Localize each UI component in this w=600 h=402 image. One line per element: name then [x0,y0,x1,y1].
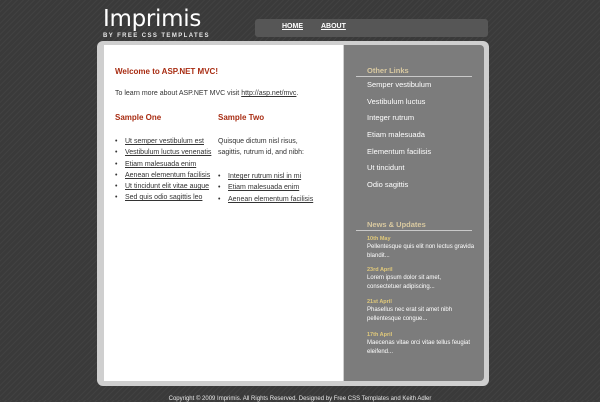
footer-text: Copyright © 2009 Imprimis. All Rights Re… [168,396,432,402]
site-logo: Imprimis BY FREE CSS TEMPLATES [103,6,210,40]
divider [356,76,472,77]
list-item: • Ut tincidunt elit vitae augue [115,181,213,192]
welcome-heading: Welcome to ASP.NET MVC! [115,67,218,76]
intro-text-end: . [296,90,299,97]
list-item: • Aenean elementum facilisis [115,170,213,181]
bullet-icon: • [115,171,118,179]
sample-one-link[interactable]: Aenean elementum facilisis [125,172,210,179]
sample-two-link[interactable]: Etiam malesuada enim [228,184,299,191]
list-item: Odio sagittis [367,180,431,197]
bullet-icon: • [115,138,118,145]
bullet-icon: • [115,183,118,191]
sample-two-heading: Sample Two [218,113,265,122]
intro-text: To learn more about ASP.NET MVC visit ht… [115,88,335,99]
logo-title: Imprimis [103,6,202,32]
news-date: 17th April [367,332,393,338]
sidebar-link[interactable]: Etiam malesuada [367,130,425,139]
list-item: • Vestibulum luctus venenatis [115,147,213,158]
sample-two-text: Quisque dictum nisl risus, sagittis, rut… [218,138,304,156]
list-item: • Integer rutrum nisl in mi [218,171,338,182]
sidebar-link[interactable]: Integer rutrum [367,113,414,122]
other-links-heading: Other Links [367,66,409,75]
sidebar-link[interactable]: Odio sagittis [367,180,408,189]
top-nav: HOME ABOUT [255,19,488,37]
bullet-icon: • [115,194,118,202]
nav-home-link[interactable]: HOME [282,23,303,30]
news-heading: News & Updates [367,220,426,229]
news-text: Pellentesque quis elit non lectus gravid… [367,244,475,259]
news-date: 10th May [367,236,391,242]
sample-one-link[interactable]: Etiam malesuada enim [125,161,196,168]
bullet-icon: • [115,149,118,157]
list-item: • Sed quis odio sagittis leo [115,192,213,203]
sidebar-link[interactable]: Elementum facilisis [367,147,431,156]
logo-tagline: BY FREE CSS TEMPLATES [103,33,210,39]
list-item: • Etiam malesuada enim [218,182,338,193]
list-item: Integer rutrum [367,113,431,130]
sample-one-heading: Sample One [115,113,162,122]
sample-two-list: • Integer rutrum nisl in mi • Etiam malesu… [218,171,338,205]
list-item: Ut tincidunt [367,163,431,180]
intro-text-label: To learn more about ASP.NET MVC visit [115,90,242,97]
sample-two-link[interactable]: Integer rutrum nisl in mi [228,173,301,180]
list-item: Elementum facilisis [367,147,431,164]
list-item: • Etiam malesuada enim [115,159,213,170]
other-links-list: Semper vestibulum Vestibulum luctus Inte… [367,80,431,197]
sample-one-link[interactable]: Sed quis odio sagittis leo [125,194,202,201]
news-item[interactable]: 17th April Maecenas vitae orci vitae tel… [367,332,475,357]
sidebar-link[interactable]: Ut tincidunt [367,163,405,172]
list-item: Vestibulum luctus [367,97,431,114]
sample-two-link[interactable]: Aenean elementum facilisis [228,196,313,203]
news-text: Maecenas vitae orci vitae tellus feugiat… [367,340,471,355]
news-date: 21st April [367,299,392,305]
list-item: Semper vestibulum [367,80,431,97]
news-text: Lorem ipsum dolor sit amet, consectetuer… [367,275,442,290]
sample-one-link[interactable]: Ut semper vestibulum est [125,138,204,145]
list-item: • Aenean elementum facilisis [218,194,338,205]
sample-one-link[interactable]: Ut tincidunt elit vitae augue [125,183,209,190]
sidebar-link[interactable]: Semper vestibulum [367,80,431,89]
list-item: Etiam malesuada [367,130,431,147]
news-item[interactable]: 10th May Pellentesque quis elit non lect… [367,236,475,261]
bullet-icon: • [218,184,221,192]
sample-one-list: • Ut semper vestibulum est • Vestibulum lu… [115,136,213,204]
divider [356,230,472,231]
nav-about-link[interactable]: ABOUT [321,23,346,30]
news-date: 23rd April [367,267,393,273]
bullet-icon: • [218,173,221,180]
aspnet-mvc-link[interactable]: http://asp.net/mvc [241,90,296,97]
sample-one-link[interactable]: Vestibulum luctus venenatis [125,149,211,156]
news-text: Phasellus nec erat sit amet nibh pellent… [367,307,453,322]
list-item: • Ut semper vestibulum est [115,136,213,147]
bullet-icon: • [115,160,118,168]
sidebar-link[interactable]: Vestibulum luctus [367,97,425,106]
news-item[interactable]: 23rd April Lorem ipsum dolor sit amet, c… [367,267,475,292]
bullet-icon: • [218,195,221,203]
news-item[interactable]: 21st April Phasellus nec erat sit amet n… [367,299,475,324]
